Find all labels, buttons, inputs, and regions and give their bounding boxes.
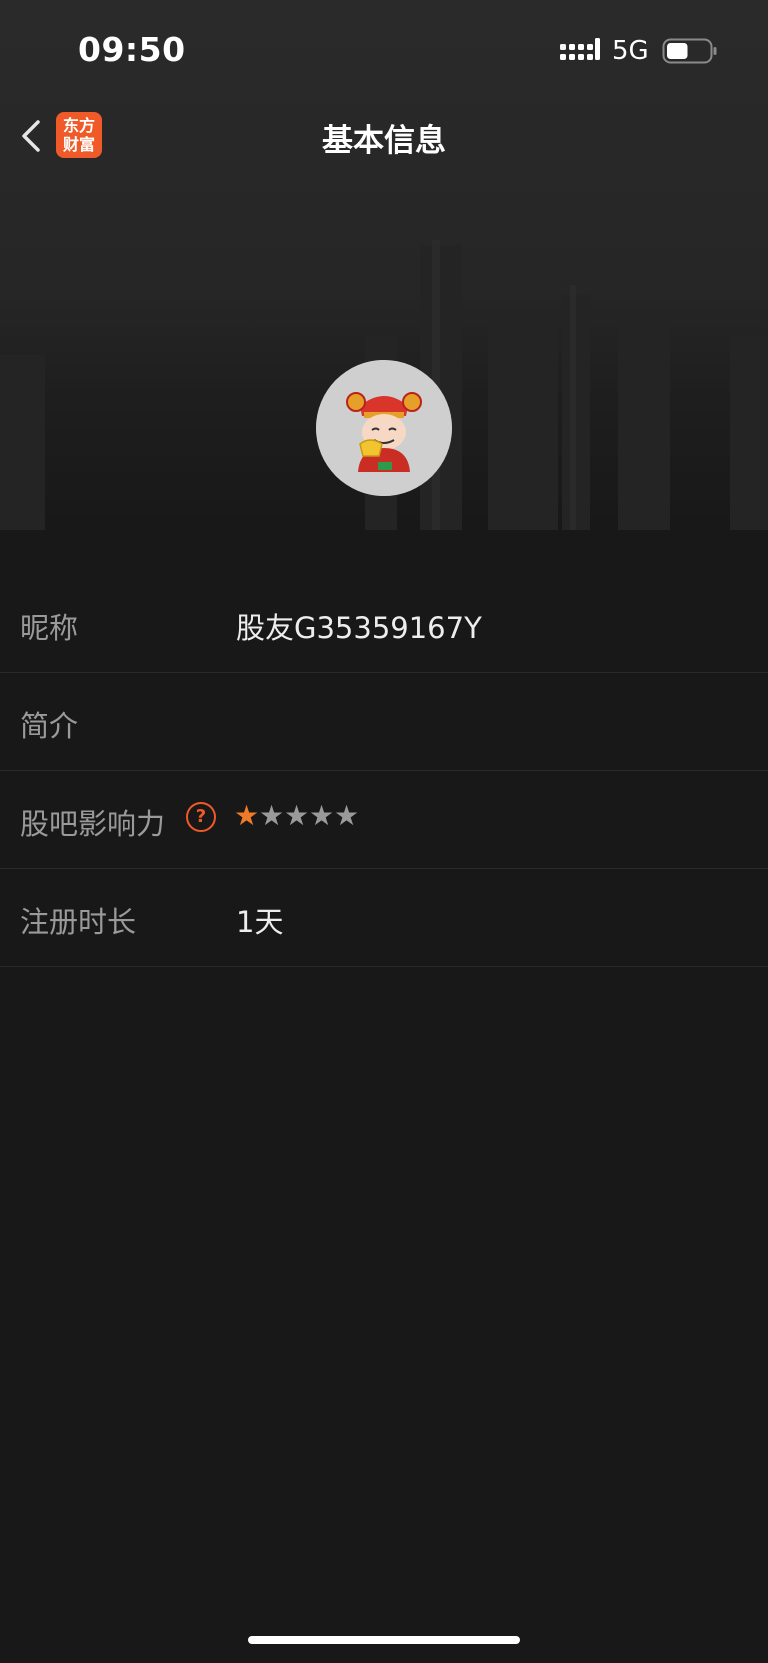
bio-label: 简介 bbox=[20, 709, 79, 743]
star-icon: ★ bbox=[334, 799, 361, 832]
star-icon: ★ bbox=[259, 799, 286, 832]
network-type-label: 5G bbox=[612, 36, 649, 66]
influence-row: 股吧影响力 ? ★★★★★ bbox=[0, 771, 768, 869]
registration-row: 注册时长 1天 bbox=[0, 869, 768, 967]
bio-row[interactable]: 简介 bbox=[0, 673, 768, 771]
nickname-value: 股友G35359167Y bbox=[236, 611, 482, 645]
influence-label: 股吧影响力 bbox=[20, 807, 166, 841]
registration-value: 1天 bbox=[236, 905, 284, 939]
star-icon: ★ bbox=[284, 799, 311, 832]
star-icon: ★ bbox=[309, 799, 336, 832]
influence-rating: ★★★★★ bbox=[234, 799, 359, 832]
profile-info-list: 昵称 股友G35359167Y 简介 股吧影响力 ? ★★★★★ 注册时长 1天 bbox=[0, 575, 768, 967]
home-indicator[interactable] bbox=[248, 1636, 520, 1644]
question-circle-icon[interactable]: ? bbox=[186, 802, 216, 832]
navigation-bar: 东方 财富 基本信息 bbox=[0, 100, 768, 172]
status-time: 09:50 bbox=[78, 30, 186, 69]
status-bar: 09:50 5G bbox=[0, 0, 768, 100]
battery-icon bbox=[662, 38, 717, 64]
profile-basic-info-screen: 09:50 5G 东方 财富 基本信息 昵称 股友G35359167Y 简介 股… bbox=[0, 0, 768, 1663]
nickname-row[interactable]: 昵称 股友G35359167Y bbox=[0, 575, 768, 673]
nickname-label: 昵称 bbox=[20, 611, 79, 645]
registration-label: 注册时长 bbox=[20, 905, 137, 939]
cellular-signal-icon bbox=[560, 38, 600, 60]
star-icon: ★ bbox=[234, 799, 261, 832]
page-title: 基本信息 bbox=[322, 123, 446, 159]
caishen-avatar-icon bbox=[316, 360, 452, 496]
avatar[interactable] bbox=[316, 360, 452, 496]
